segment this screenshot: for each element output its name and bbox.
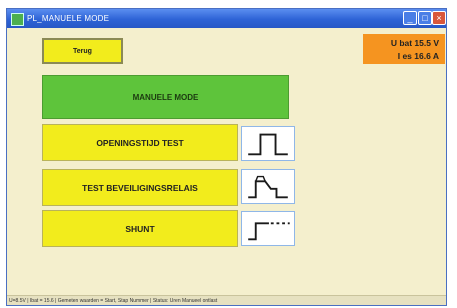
main-window: PL_MANUELE MODE _ □ × Terug U bat 15.5 V… bbox=[6, 8, 447, 306]
app-icon bbox=[11, 13, 24, 26]
maximize-button[interactable]: □ bbox=[418, 11, 432, 25]
status-display: U bat 15.5 V I es 16.6 A bbox=[363, 34, 445, 64]
title-bar: PL_MANUELE MODE _ □ × bbox=[7, 9, 446, 28]
battery-voltage-readout: U bat 15.5 V bbox=[390, 38, 439, 48]
window-title: PL_MANUELE MODE bbox=[27, 14, 110, 23]
shunt-button[interactable]: SHUNT bbox=[42, 210, 238, 247]
minimize-button[interactable]: _ bbox=[403, 11, 417, 25]
protection-relay-test-button[interactable]: TEST BEVEILIGINGSRELAIS bbox=[42, 169, 238, 206]
opening-time-test-button[interactable]: OPENINGSTIJD TEST bbox=[42, 124, 238, 161]
current-readout: I es 16.6 A bbox=[397, 51, 439, 61]
page-title: MANUELE MODE bbox=[42, 75, 289, 119]
step-dashed-waveform-icon bbox=[241, 211, 295, 246]
close-button[interactable]: × bbox=[432, 11, 446, 25]
step-waveform-icon bbox=[241, 169, 295, 204]
status-bar: U=8.5V | Ibat = 15.6 | Gemeten waarden =… bbox=[7, 295, 446, 305]
pulse-waveform-icon bbox=[241, 126, 295, 161]
back-button[interactable]: Terug bbox=[42, 38, 123, 64]
